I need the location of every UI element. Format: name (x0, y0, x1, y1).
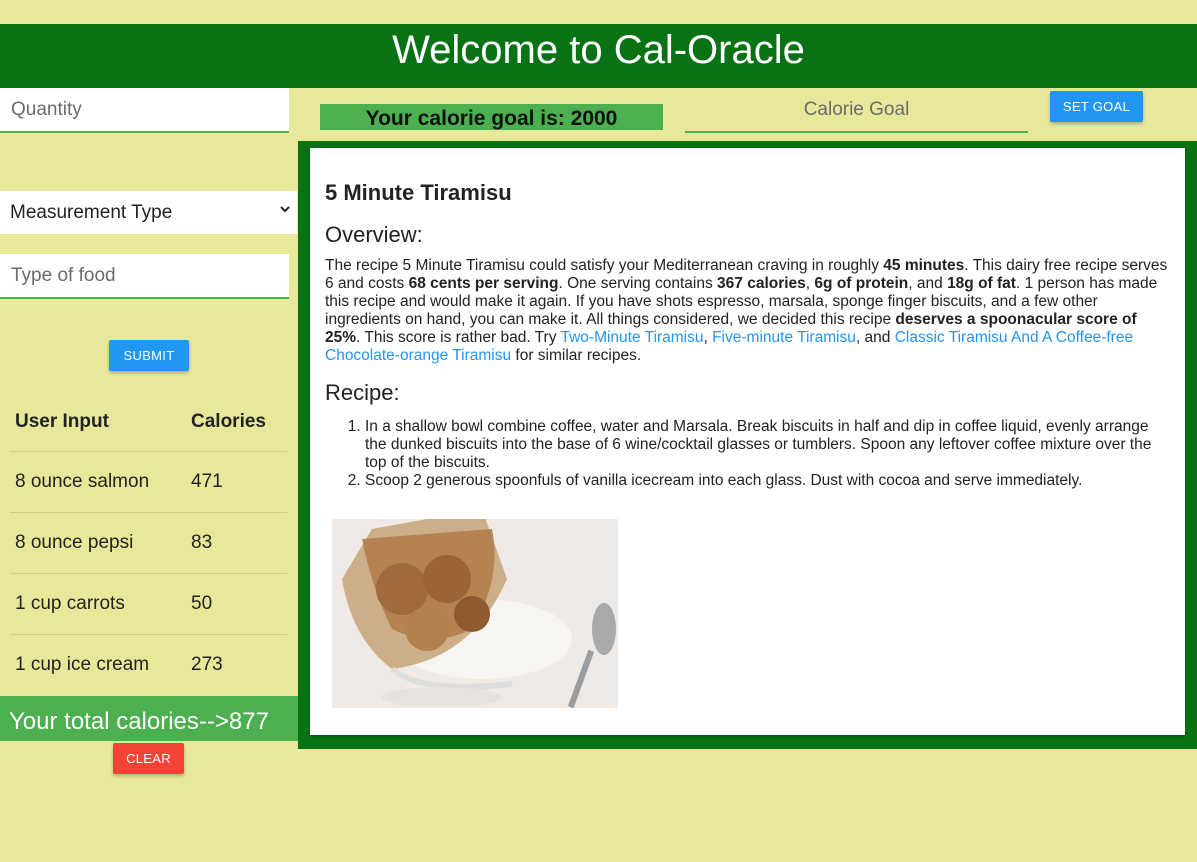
header-user-input: User Input (10, 393, 186, 452)
measurement-type-value: Measurement Type (10, 201, 173, 223)
app-header: Welcome to Cal-Oracle (0, 24, 1197, 88)
table-header-row: User Input Calories (10, 393, 287, 452)
clear-label: CLEAR (126, 751, 171, 766)
total-calories-text: Your total calories-->877 (9, 708, 269, 735)
similar-recipe-link-1[interactable]: Two-Minute Tiramisu (560, 329, 703, 346)
submit-label: SUBMIT (123, 348, 175, 363)
app-title: Welcome to Cal-Oracle (392, 28, 805, 72)
submit-button[interactable]: SUBMIT (109, 340, 189, 371)
chevron-down-icon (279, 202, 291, 218)
quantity-input[interactable] (0, 88, 289, 133)
similar-recipe-link-2[interactable]: Five-minute Tiramisu (712, 329, 856, 346)
clear-button[interactable]: CLEAR (113, 743, 184, 774)
row-input: 1 cup ice cream (15, 653, 150, 675)
recipe-image (332, 519, 618, 708)
user-input-table: User Input Calories 8 ounce salmon 471 8… (10, 393, 287, 695)
row-calories: 83 (186, 512, 287, 574)
measurement-type-select[interactable]: Measurement Type (0, 191, 297, 234)
table-row: 1 cup carrots 50 (10, 573, 287, 635)
row-input: 8 ounce pepsi (10, 512, 186, 574)
row-calories: 471 (186, 451, 287, 513)
food-type-input[interactable] (0, 254, 289, 299)
recipe-card: 5 Minute Tiramisu Overview: The recipe 5… (310, 148, 1185, 735)
row-input: 1 cup carrots (10, 573, 186, 635)
calorie-goal-banner: Your calorie goal is: 2000 (320, 104, 663, 130)
calorie-goal-input[interactable] (685, 88, 1028, 133)
table-row: 8 ounce salmon 471 (10, 451, 287, 513)
recipe-step: In a shallow bowl combine coffee, water … (365, 418, 1170, 472)
recipe-title: 5 Minute Tiramisu (325, 180, 512, 205)
header-calories: Calories (186, 393, 287, 452)
recipe-step: Scoop 2 generous spoonfuls of vanilla ic… (365, 472, 1170, 490)
row-input: 8 ounce salmon (10, 451, 186, 513)
recipe-steps: In a shallow bowl combine coffee, water … (325, 418, 1170, 490)
row-calories: 50 (186, 573, 287, 635)
row-calories: 273 (191, 653, 223, 675)
calorie-goal-text: Your calorie goal is: 2000 (365, 107, 618, 130)
overview-heading: Overview: (325, 222, 423, 247)
table-row: 1 cup ice cream 273 (10, 634, 287, 695)
total-calories-banner: Your total calories-->877 (0, 696, 298, 741)
set-goal-label: SET GOAL (1062, 99, 1131, 114)
set-goal-button[interactable]: SET GOAL (1050, 91, 1143, 122)
overview-text: The recipe 5 Minute Tiramisu could satis… (325, 257, 1168, 364)
table-row: 8 ounce pepsi 83 (10, 512, 287, 574)
recipe-heading: Recipe: (325, 380, 400, 405)
